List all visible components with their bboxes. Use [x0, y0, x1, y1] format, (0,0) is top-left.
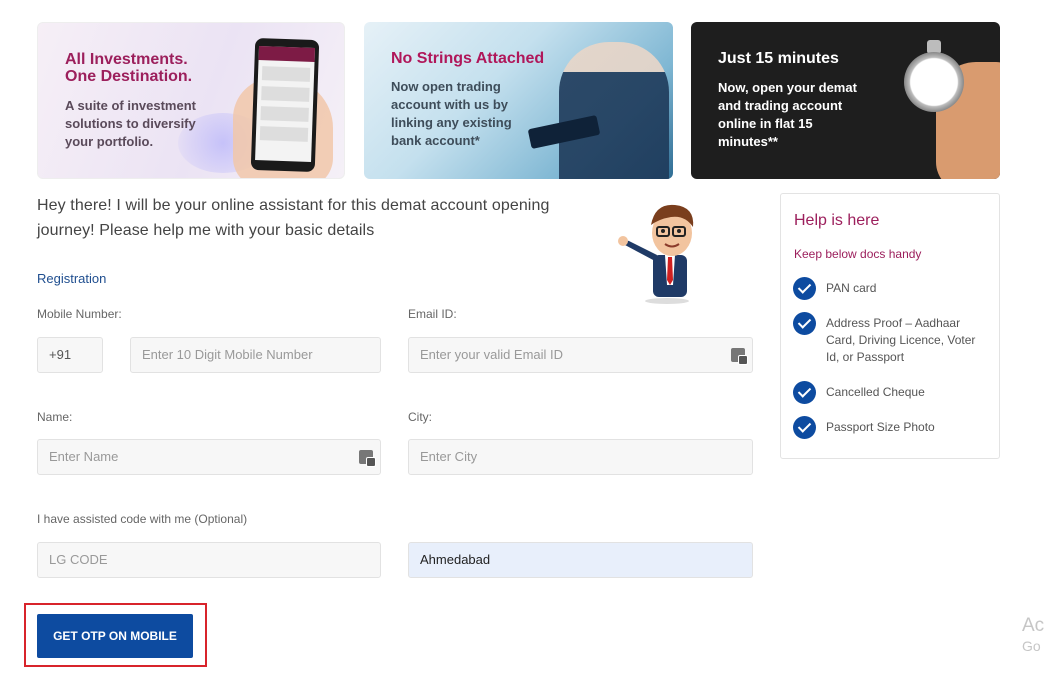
country-code-field[interactable]: +91: [37, 337, 103, 373]
doc-label: PAN card: [826, 281, 877, 295]
banner-text: A suite of investment solutions to diver…: [65, 98, 196, 149]
email-input[interactable]: Enter your valid Email ID: [408, 337, 753, 373]
name-placeholder: Enter Name: [49, 449, 119, 464]
check-circle-icon: [793, 312, 816, 335]
assisted-code-label: I have assisted code with me (Optional): [37, 512, 248, 526]
doc-label: Address Proof – Aadhaar Card, Driving Li…: [826, 316, 976, 364]
city-label: City:: [408, 410, 432, 424]
mobile-number-input[interactable]: Enter 10 Digit Mobile Number: [130, 337, 381, 373]
activate-windows-watermark: Ac Go: [1022, 615, 1045, 655]
help-title: Help is here: [794, 212, 880, 229]
help-subtitle: Keep below docs handy: [794, 247, 922, 261]
check-circle-icon: [793, 381, 816, 404]
email-label: Email ID:: [408, 307, 457, 321]
banner-all-investments[interactable]: All Investments. One Destination. A suite…: [37, 22, 345, 179]
doc-label: Cancelled Cheque: [826, 385, 925, 399]
autofill-icon[interactable]: [359, 450, 376, 467]
name-input[interactable]: Enter Name: [37, 439, 381, 475]
banner-title: Just 15 minutes: [718, 50, 839, 67]
registration-link[interactable]: Registration: [37, 271, 106, 286]
mobile-number-label: Mobile Number:: [37, 307, 122, 321]
stopwatch-icon: [904, 52, 964, 112]
email-placeholder: Enter your valid Email ID: [420, 347, 564, 362]
businessman-image: [559, 42, 669, 179]
get-otp-button[interactable]: GET OTP ON MOBILE: [37, 614, 193, 658]
doc-label: Passport Size Photo: [826, 420, 935, 434]
autofill-city-field[interactable]: Ahmedabad: [408, 542, 753, 578]
lg-code-input[interactable]: LG CODE: [37, 542, 381, 578]
check-circle-icon: [793, 416, 816, 439]
assistant-intro-text: Hey there! I will be your online assista…: [37, 197, 550, 239]
banner-title: No Strings Attached: [391, 50, 545, 67]
phone-image: [250, 37, 320, 173]
check-circle-icon: [793, 277, 816, 300]
banner-title: All Investments. One Destination.: [65, 51, 193, 85]
banner-no-strings[interactable]: No Strings Attached Now open trading acc…: [364, 22, 673, 179]
banner-text: Now, open your demat and trading account…: [718, 80, 857, 149]
banner-15-minutes[interactable]: Just 15 minutes Now, open your demat and…: [691, 22, 1000, 179]
city-input[interactable]: Enter City: [408, 439, 753, 475]
assistant-mascot-image: [618, 204, 694, 304]
name-label: Name:: [37, 410, 73, 424]
help-panel: Help is here Keep below docs handy PAN c…: [780, 193, 1000, 459]
banner-text: Now open trading account with us by link…: [391, 79, 512, 148]
autofill-icon[interactable]: [731, 348, 748, 365]
